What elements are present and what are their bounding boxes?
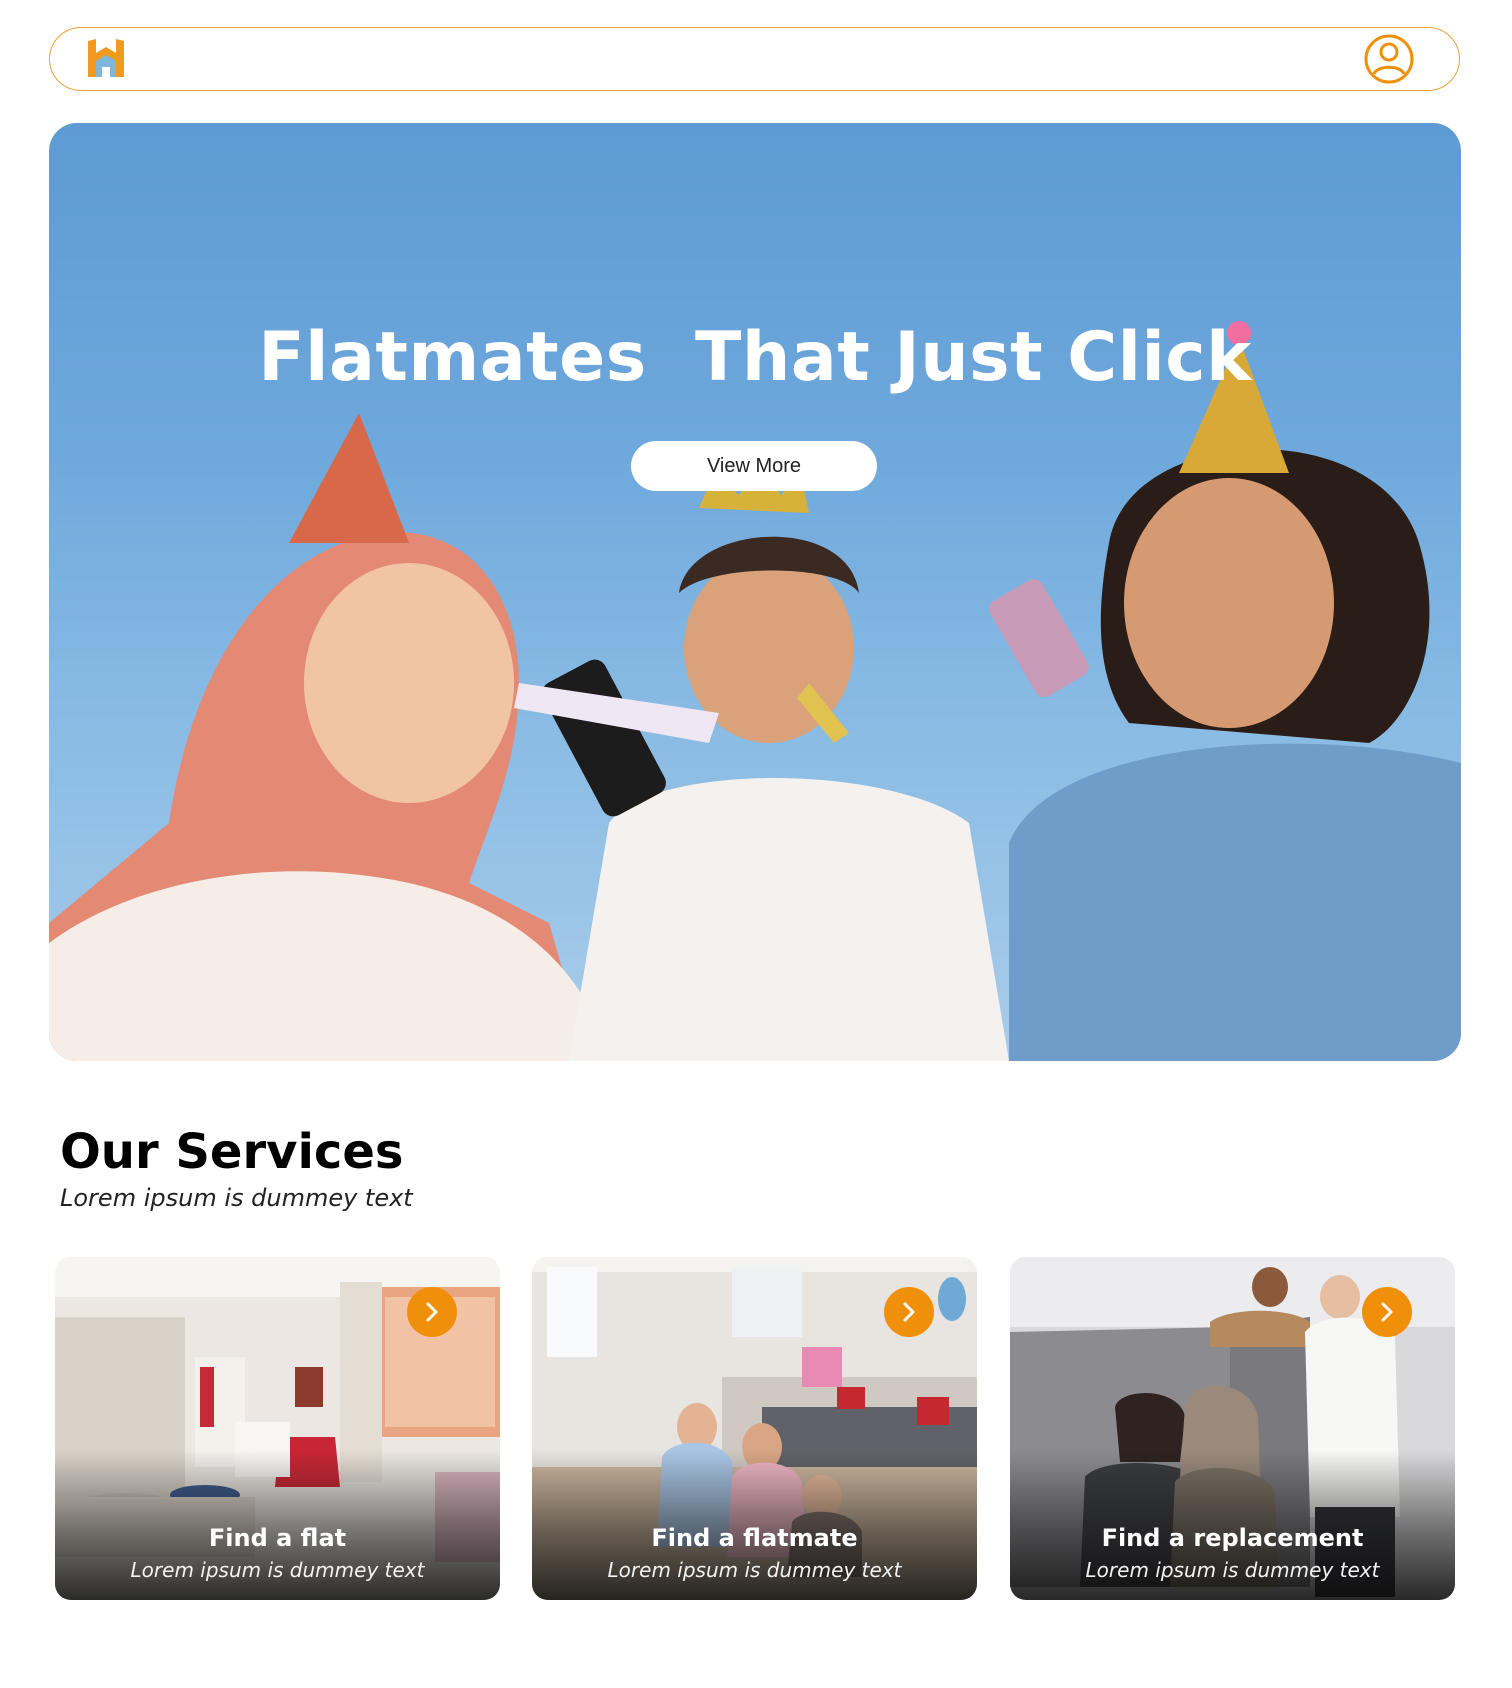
user-circle-icon[interactable] bbox=[1363, 33, 1415, 85]
card-subtitle: Lorem ipsum is dummey text bbox=[1085, 1558, 1380, 1582]
services-heading: Our Services bbox=[60, 1124, 404, 1180]
card-title: Find a flat bbox=[208, 1524, 347, 1552]
card-subtitle: Lorem ipsum is dummey text bbox=[130, 1558, 425, 1582]
card-title: Find a flatmate bbox=[651, 1524, 858, 1552]
service-card-find-replacement[interactable]: Find a replacement Lorem ipsum is dummey… bbox=[1010, 1257, 1455, 1600]
service-card-find-flatmate[interactable]: Find a flatmate Lorem ipsum is dummey te… bbox=[532, 1257, 977, 1600]
card-title: Find a replacement bbox=[1101, 1524, 1364, 1552]
view-more-button[interactable]: View More bbox=[631, 441, 877, 491]
hero-banner: Flatmates That Just Click View More bbox=[49, 123, 1461, 1061]
hero-photo bbox=[49, 321, 1461, 1061]
chevron-right-icon[interactable] bbox=[1362, 1287, 1412, 1337]
chevron-right-icon[interactable] bbox=[884, 1287, 934, 1337]
service-card-find-flat[interactable]: Find a flat Lorem ipsum is dummey text bbox=[55, 1257, 500, 1600]
card-subtitle: Lorem ipsum is dummey text bbox=[607, 1558, 902, 1582]
chevron-right-icon[interactable] bbox=[407, 1287, 457, 1337]
hero-title: Flatmates That Just Click bbox=[258, 318, 1252, 397]
house-h-logo-icon[interactable] bbox=[86, 37, 126, 79]
services-subheading: Lorem ipsum is dummey text bbox=[60, 1184, 413, 1212]
top-navbar bbox=[49, 27, 1460, 91]
